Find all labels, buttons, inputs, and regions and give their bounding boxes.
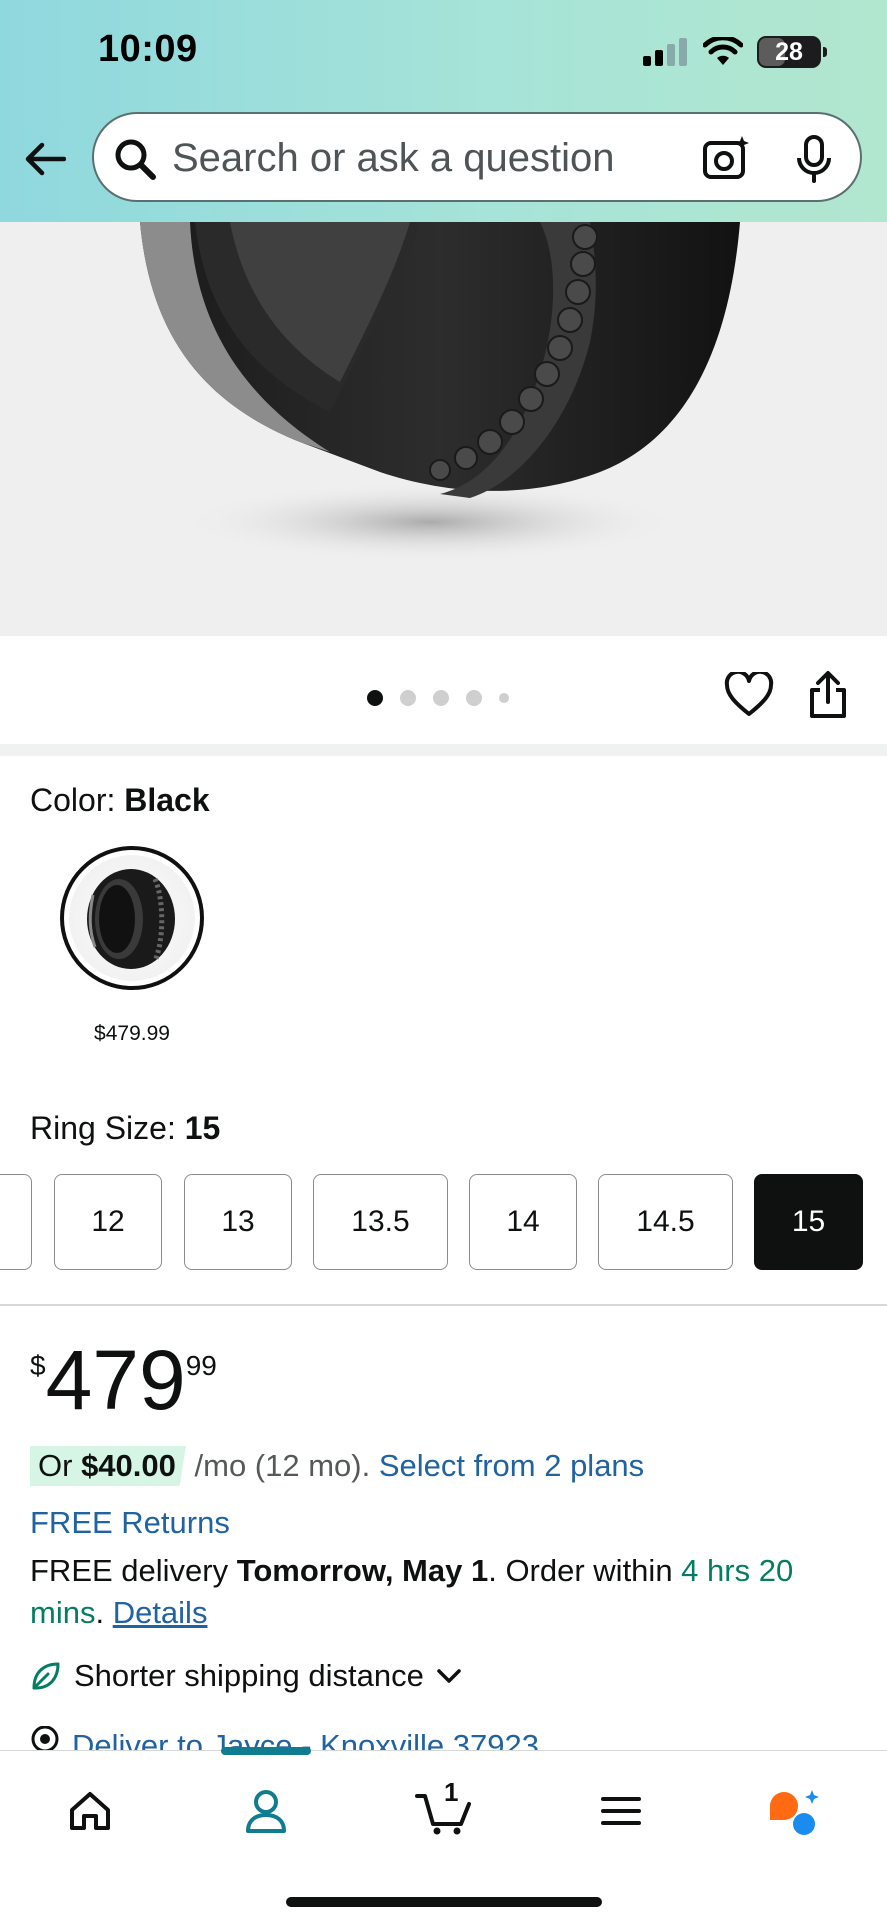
share-icon xyxy=(810,671,846,718)
section-divider xyxy=(0,1304,887,1306)
app-header: 10:09 28 Search or ask a question xyxy=(0,0,887,222)
cart-count: 1 xyxy=(444,1777,459,1807)
menu-icon xyxy=(601,1797,641,1825)
back-button[interactable] xyxy=(22,136,68,182)
section-divider xyxy=(0,744,887,756)
search-placeholder: Search or ask a question xyxy=(172,136,615,180)
ring-size-options: 12 13 13.5 14 14.5 15 xyxy=(0,1174,887,1270)
size-option-partial[interactable] xyxy=(0,1174,32,1270)
delivery-details-link[interactable]: Details xyxy=(113,1595,208,1630)
size-option[interactable]: 12 xyxy=(54,1174,162,1270)
pagination-dot[interactable] xyxy=(466,690,482,706)
wishlist-button[interactable] xyxy=(724,669,774,723)
search-icon xyxy=(115,139,156,180)
size-option[interactable]: 14.5 xyxy=(598,1174,733,1270)
assistant-icon xyxy=(770,1790,819,1835)
bottom-navigation: 1 xyxy=(0,1747,887,1920)
home-indicator xyxy=(286,1897,602,1907)
cellular-signal-icon xyxy=(643,38,687,66)
camera-search-icon[interactable] xyxy=(700,134,750,184)
color-swatch-black[interactable] xyxy=(60,846,204,990)
ring-size-value: 15 xyxy=(184,1110,221,1146)
ring-image xyxy=(140,222,740,562)
battery-icon: 28 xyxy=(757,36,827,68)
heart-icon xyxy=(724,669,774,716)
free-returns-link[interactable]: FREE Returns xyxy=(30,1505,230,1541)
delivery-sep: . xyxy=(95,1595,113,1630)
delivery-info: FREE delivery Tomorrow, May 1. Order wit… xyxy=(30,1550,860,1634)
monthly-term: /mo (12 mo). xyxy=(185,1448,379,1483)
leaf-icon xyxy=(32,1662,60,1690)
nav-rufus-assistant[interactable] xyxy=(764,1781,824,1841)
swatch-ring-image xyxy=(87,869,175,969)
price-whole: 479 xyxy=(45,1333,186,1427)
color-label: Color: Black xyxy=(30,782,210,819)
delivery-middle: . Order within xyxy=(488,1553,682,1588)
select-plans-link[interactable]: Select from 2 plans xyxy=(379,1448,644,1484)
size-option[interactable]: 14 xyxy=(469,1174,577,1270)
chevron-down-icon xyxy=(437,1669,461,1683)
product-price: $ 479 99 xyxy=(30,1336,217,1424)
pagination-dot[interactable] xyxy=(499,693,509,703)
pagination-dot[interactable] xyxy=(367,690,383,706)
back-arrow-icon xyxy=(25,142,66,176)
status-time: 10:09 xyxy=(98,28,198,70)
color-value: Black xyxy=(124,782,210,818)
battery-level: 28 xyxy=(775,37,803,66)
nav-account[interactable] xyxy=(236,1781,296,1841)
nav-home[interactable] xyxy=(60,1781,120,1841)
monthly-or: Or xyxy=(38,1448,82,1483)
person-icon xyxy=(246,1790,286,1833)
active-tab-indicator xyxy=(221,1747,311,1755)
delivery-date: Tomorrow, May 1 xyxy=(236,1553,489,1588)
microphone-icon[interactable] xyxy=(794,134,834,184)
delivery-prefix: FREE delivery xyxy=(30,1553,237,1588)
shipping-label: Shorter shipping distance xyxy=(74,1658,424,1693)
price-fraction: 99 xyxy=(185,1350,217,1381)
ring-size-label: Ring Size: 15 xyxy=(30,1110,220,1147)
nav-menu[interactable] xyxy=(591,1781,651,1841)
swatch-price: $479.99 xyxy=(94,1022,170,1045)
monthly-payment: Or $40.00 /mo (12 mo). Select from 2 pla… xyxy=(30,1446,644,1486)
location-icon xyxy=(31,1726,59,1752)
ring-size-label-text: Ring Size: xyxy=(30,1110,185,1146)
monthly-highlight: Or $40.00 xyxy=(30,1446,186,1486)
search-input[interactable]: Search or ask a question xyxy=(92,112,862,202)
size-option[interactable]: 13.5 xyxy=(313,1174,448,1270)
size-option[interactable]: 13 xyxy=(184,1174,292,1270)
color-label-text: Color: xyxy=(30,782,125,818)
shipping-distance-toggle[interactable]: Shorter shipping distance xyxy=(30,1658,462,1694)
home-icon xyxy=(70,1792,110,1830)
image-pagination xyxy=(367,690,509,706)
share-button[interactable] xyxy=(808,670,848,725)
status-icons: 28 xyxy=(643,34,827,70)
size-option-selected[interactable]: 15 xyxy=(754,1174,863,1270)
monthly-amount: $40.00 xyxy=(81,1448,176,1483)
pagination-dot[interactable] xyxy=(433,690,449,706)
nav-cart[interactable]: 1 xyxy=(414,1777,478,1841)
wifi-icon xyxy=(703,37,743,65)
product-image[interactable] xyxy=(0,222,887,636)
price-symbol: $ xyxy=(30,1350,46,1381)
pagination-dot[interactable] xyxy=(400,690,416,706)
